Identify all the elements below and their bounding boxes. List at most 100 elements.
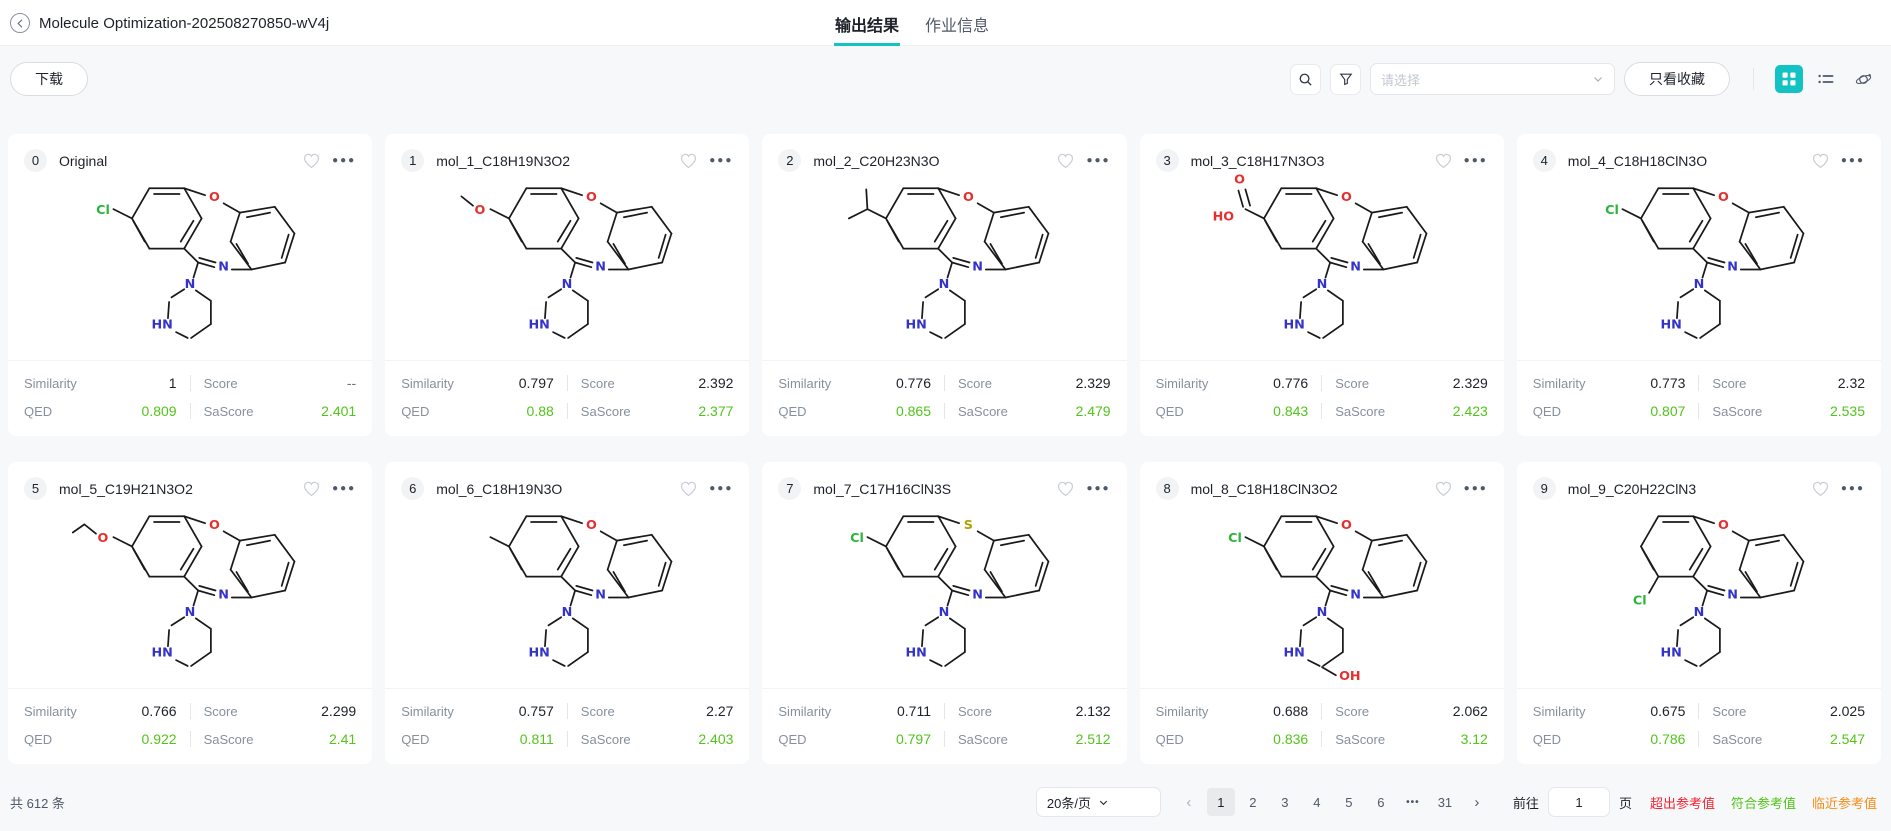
- favorite-heart-icon[interactable]: [1057, 153, 1074, 169]
- filter-icon: [1339, 73, 1352, 86]
- favorite-heart-icon[interactable]: [1435, 153, 1452, 169]
- toolbar: 下载 请选择 只看收藏: [10, 62, 1877, 96]
- qed-label: QED: [401, 731, 430, 747]
- page-number-3[interactable]: 3: [1271, 788, 1299, 816]
- molecule-card: 8 mol_8_C18H18ClN3O2 ●●● O N N HN Cl OH Similarit…: [1139, 462, 1504, 764]
- page-title: Molecule Optimization-202508270850-wV4j: [39, 14, 330, 32]
- favorite-heart-icon[interactable]: [680, 481, 697, 497]
- svg-text:Cl: Cl: [96, 203, 110, 218]
- qed-label: QED: [24, 731, 53, 747]
- svg-text:O: O: [1718, 190, 1729, 205]
- svg-text:N: N: [596, 260, 607, 275]
- favorite-heart-icon[interactable]: [1435, 481, 1452, 497]
- more-menu-icon[interactable]: ●●●: [1841, 155, 1865, 166]
- page-size-select[interactable]: 20条/页: [1035, 787, 1161, 817]
- tab-job-info[interactable]: 作业信息: [924, 0, 990, 46]
- molecule-drawing: O N N HN Cl: [1605, 187, 1805, 339]
- score-value: --: [346, 375, 357, 391]
- more-menu-icon[interactable]: ●●●: [1841, 483, 1865, 494]
- svg-text:O: O: [1718, 518, 1729, 533]
- card-index-badge: 1: [401, 149, 425, 172]
- similarity-value: 0.688: [1273, 703, 1309, 719]
- similarity-value: 0.757: [518, 703, 554, 719]
- sascore-value: 2.401: [321, 403, 357, 419]
- goto-label: 前往: [1512, 795, 1539, 811]
- score-value: 2.329: [1075, 375, 1111, 391]
- svg-text:O: O: [209, 190, 220, 205]
- filter-button[interactable]: [1330, 63, 1361, 95]
- more-menu-icon[interactable]: ●●●: [709, 155, 733, 166]
- molecule-image: S N N HN Cl: [762, 500, 1126, 688]
- molecule-image: O N N HN Cl: [1517, 500, 1881, 688]
- svg-text:O: O: [1341, 190, 1352, 205]
- search-button[interactable]: [1290, 63, 1321, 95]
- page-number-6[interactable]: 6: [1367, 788, 1395, 816]
- molecule-card: 0 Original ●●● O N N HN Cl Similarity 1 Score -- QED…: [8, 134, 373, 436]
- reference-legend: 超出参考值 符合参考值 临近参考值: [1650, 793, 1877, 812]
- qed-label: QED: [1532, 731, 1561, 747]
- page-number-2[interactable]: 2: [1239, 788, 1267, 816]
- more-menu-icon[interactable]: ●●●: [1464, 155, 1488, 166]
- favorite-heart-icon[interactable]: [1812, 153, 1829, 169]
- more-menu-icon[interactable]: ●●●: [709, 483, 733, 494]
- card-index-badge: 2: [778, 149, 802, 172]
- svg-text:HN: HN: [906, 646, 927, 661]
- list-view-toggle[interactable]: [1812, 65, 1840, 93]
- more-pages-icon[interactable]: •••: [1399, 788, 1427, 816]
- similarity-value: 0.797: [518, 375, 554, 391]
- more-menu-icon[interactable]: ●●●: [1464, 483, 1488, 494]
- page-number-4[interactable]: 4: [1303, 788, 1331, 816]
- svg-text:HN: HN: [529, 318, 550, 333]
- tab-output-results[interactable]: 输出结果: [834, 0, 901, 46]
- favorite-heart-icon[interactable]: [680, 153, 697, 169]
- page-number-5[interactable]: 5: [1335, 788, 1363, 816]
- favorites-only-button[interactable]: 只看收藏: [1624, 62, 1730, 96]
- qed-value: 0.843: [1273, 403, 1309, 419]
- back-icon[interactable]: [10, 13, 30, 33]
- svg-text:HN: HN: [1283, 646, 1304, 661]
- favorite-heart-icon[interactable]: [1057, 481, 1074, 497]
- card-grid: 0 Original ●●● O N N HN Cl Similarity 1 Score -- QED…: [8, 134, 1881, 764]
- qed-value: 0.922: [141, 731, 177, 747]
- grid-view-toggle[interactable]: [1775, 65, 1803, 93]
- more-menu-icon[interactable]: ●●●: [332, 483, 356, 494]
- svg-text:O: O: [586, 190, 597, 205]
- molecule-name: mol_5_C19H21N3O2: [59, 480, 193, 497]
- qed-label: QED: [1155, 731, 1184, 747]
- favorite-heart-icon[interactable]: [1812, 481, 1829, 497]
- molecule-image: O N N HN Cl: [8, 172, 372, 360]
- similarity-label: Similarity: [24, 703, 77, 719]
- svg-text:N: N: [218, 260, 229, 275]
- card-stats: Similarity 0.776 Score 2.329 QED 0.843 SaScore…: [1139, 360, 1504, 436]
- filter-select[interactable]: 请选择: [1370, 63, 1615, 95]
- favorite-heart-icon[interactable]: [303, 481, 320, 497]
- more-menu-icon[interactable]: ●●●: [332, 155, 356, 166]
- goto-page-input[interactable]: [1547, 787, 1610, 817]
- more-menu-icon[interactable]: ●●●: [1086, 483, 1110, 494]
- card-stats: Similarity 0.776 Score 2.329 QED 0.865 SaScore…: [762, 360, 1127, 436]
- next-page-button[interactable]: ›: [1463, 788, 1491, 816]
- sascore-value: 2.512: [1075, 731, 1111, 747]
- svg-text:N: N: [1350, 260, 1361, 275]
- page-number-1[interactable]: 1: [1206, 788, 1235, 816]
- molecule-card: 7 mol_7_C17H16ClN3S ●●● S N N HN Cl Similarity 0.…: [762, 462, 1127, 764]
- prev-page-button[interactable]: ‹: [1175, 788, 1203, 816]
- molecule-image: O N N HN O HO: [1140, 172, 1504, 360]
- card-stats: Similarity 0.711 Score 2.132 QED 0.797 SaScore…: [762, 688, 1127, 764]
- molecule-name: mol_7_C17H16ClN3S: [813, 480, 952, 497]
- molecule-name: mol_6_C18H19N3O: [436, 480, 563, 497]
- favorite-heart-icon[interactable]: [303, 153, 320, 169]
- sascore-value: 3.12: [1460, 731, 1488, 747]
- 3d-view-toggle[interactable]: [1849, 65, 1877, 93]
- download-button[interactable]: 下载: [10, 62, 88, 96]
- card-index-badge: 0: [24, 149, 47, 172]
- more-menu-icon[interactable]: ●●●: [1086, 155, 1110, 166]
- svg-text:O: O: [475, 203, 486, 218]
- svg-text:HN: HN: [152, 646, 173, 661]
- svg-text:O: O: [209, 518, 220, 533]
- toolbar-divider: [1753, 68, 1754, 90]
- card-index-badge: 5: [24, 477, 47, 500]
- page-number-31[interactable]: 31: [1431, 788, 1459, 816]
- svg-text:HN: HN: [906, 318, 927, 333]
- goto-page: 前往 页: [1513, 787, 1632, 817]
